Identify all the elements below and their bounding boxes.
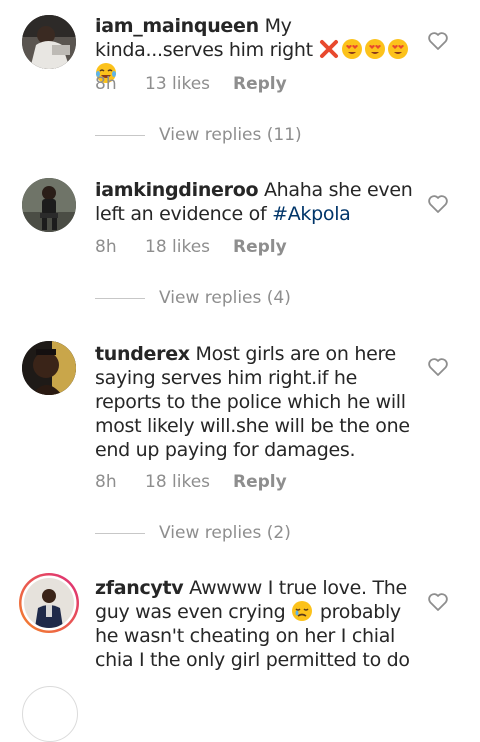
avatar[interactable] bbox=[18, 572, 80, 634]
comment-username[interactable]: iamkingdineroo bbox=[95, 179, 259, 201]
view-replies-label: View replies (11) bbox=[159, 125, 302, 145]
comment-likes[interactable]: 18 likes bbox=[145, 471, 210, 493]
replies-divider bbox=[95, 135, 145, 136]
avatar[interactable] bbox=[22, 178, 76, 232]
reply-button[interactable]: Reply bbox=[233, 73, 287, 95]
like-heart-icon[interactable] bbox=[427, 31, 449, 51]
hashtag-link[interactable]: #Akpola bbox=[272, 203, 351, 225]
comment-time: 8h bbox=[95, 472, 117, 492]
comment-time: 8h bbox=[95, 237, 117, 257]
replies-divider bbox=[95, 298, 145, 299]
avatar-image bbox=[22, 341, 76, 395]
comment-username[interactable]: tunderex bbox=[95, 343, 190, 365]
heart-eyes-emoji bbox=[364, 38, 386, 60]
like-heart-icon[interactable] bbox=[427, 592, 449, 612]
heart-eyes-emoji bbox=[387, 38, 409, 60]
reply-button[interactable]: Reply bbox=[233, 236, 287, 258]
heart-eyes-emoji bbox=[341, 38, 363, 60]
avatar[interactable] bbox=[22, 686, 78, 742]
avatar-image bbox=[22, 15, 76, 69]
comment-time: 8h bbox=[95, 74, 117, 94]
avatar[interactable] bbox=[22, 341, 76, 395]
comment-username[interactable]: iam_mainqueen bbox=[95, 15, 259, 37]
view-replies-label: View replies (2) bbox=[159, 523, 291, 543]
like-heart-icon[interactable] bbox=[427, 357, 449, 377]
view-replies-label: View replies (4) bbox=[159, 288, 291, 308]
cross-mark-emoji bbox=[318, 38, 340, 60]
replies-divider bbox=[95, 533, 145, 534]
comment-text-block: zfancytv Awwww I true love. The guy was … bbox=[95, 576, 415, 672]
comment-text-block: iamkingdineroo Ahaha she even left an ev… bbox=[95, 178, 415, 226]
like-heart-icon[interactable] bbox=[427, 194, 449, 214]
comment-username[interactable]: zfancytv bbox=[95, 577, 184, 599]
reply-button[interactable]: Reply bbox=[233, 471, 287, 493]
comment-text-block: tunderex Most girls are on here saying s… bbox=[95, 342, 415, 462]
avatar-image bbox=[22, 178, 76, 232]
comment-likes[interactable]: 18 likes bbox=[145, 236, 210, 258]
avatar-image bbox=[19, 573, 79, 633]
comment-likes[interactable]: 13 likes bbox=[145, 73, 210, 95]
avatar[interactable] bbox=[22, 15, 76, 69]
crying-face-emoji bbox=[291, 600, 313, 622]
